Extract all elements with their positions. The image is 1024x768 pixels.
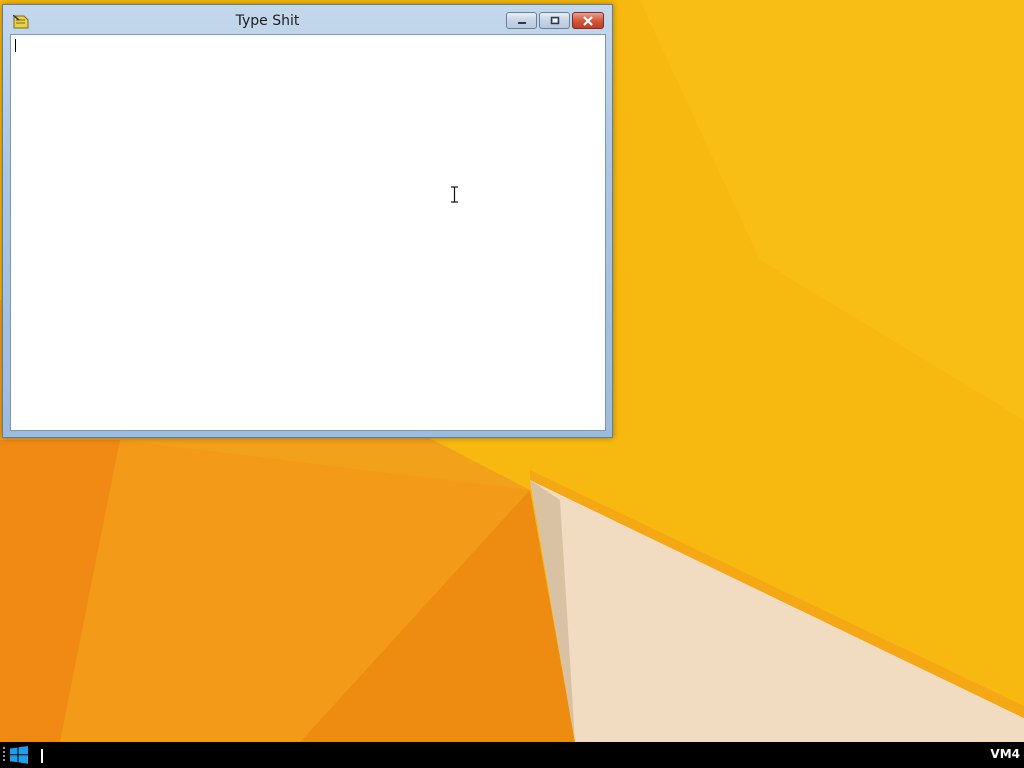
minimize-icon	[517, 21, 526, 24]
text-caret	[15, 39, 16, 52]
maximize-button[interactable]	[539, 12, 570, 29]
text-edit-area[interactable]	[10, 34, 606, 431]
taskbar-input-caret	[41, 749, 43, 763]
text-input[interactable]	[11, 35, 605, 430]
ibeam-cursor-icon	[451, 186, 458, 203]
caption-buttons	[506, 12, 604, 29]
taskbar-grip-icon[interactable]	[3, 747, 6, 763]
vm-label: VM4	[990, 747, 1020, 761]
title-bar[interactable]: Type Shit	[3, 5, 612, 35]
start-button[interactable]	[9, 746, 29, 764]
close-icon	[583, 15, 593, 26]
maximize-icon	[550, 16, 559, 24]
close-button[interactable]	[572, 12, 604, 29]
notepad-window[interactable]: Type Shit	[2, 4, 613, 438]
windows-logo-icon	[10, 746, 28, 764]
minimize-button[interactable]	[506, 12, 537, 29]
taskbar: VM4	[0, 742, 1024, 768]
